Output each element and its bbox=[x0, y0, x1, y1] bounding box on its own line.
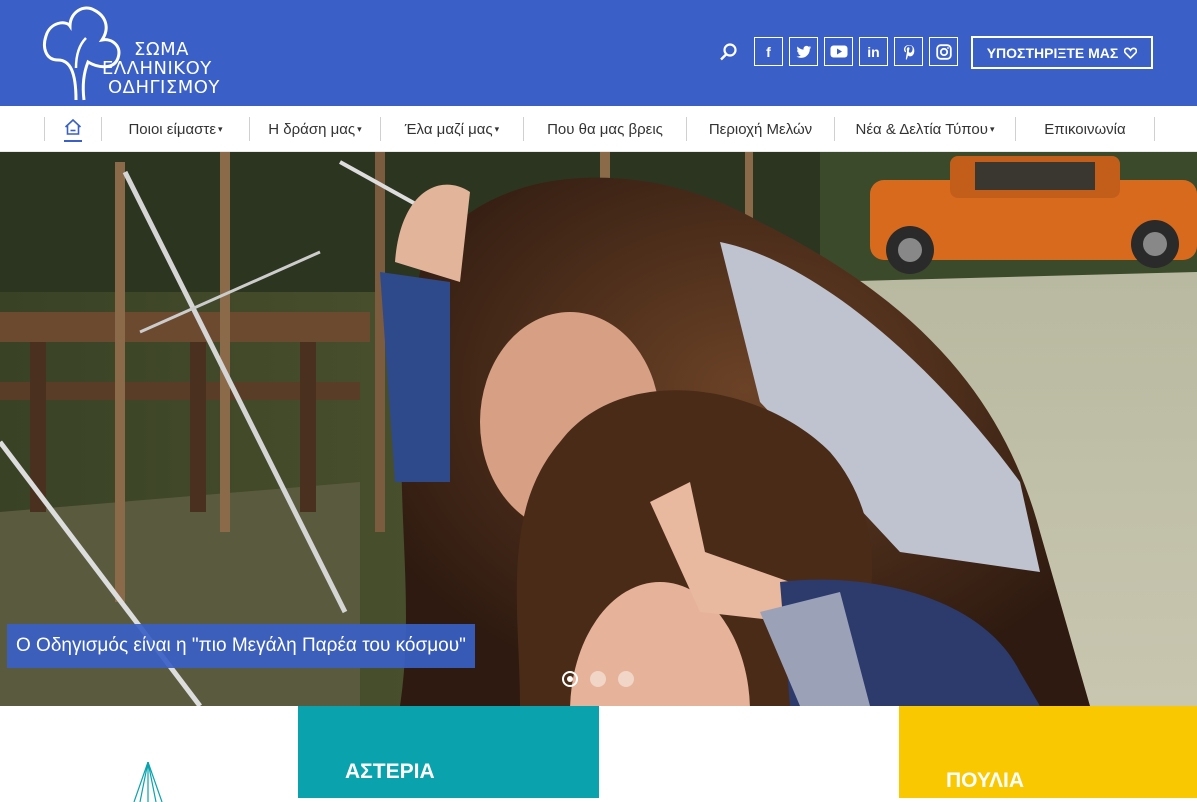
facebook-icon[interactable]: f bbox=[754, 37, 783, 66]
chevron-down-icon: ▾ bbox=[357, 123, 362, 134]
slider-dot-3[interactable] bbox=[618, 671, 634, 687]
tile-asteria[interactable]: ΑΣΤΕΡΙΑ bbox=[298, 706, 599, 798]
nav-news[interactable]: Νέα & Δελτία Τύπου ▾ bbox=[834, 117, 1015, 141]
tent-icon bbox=[133, 762, 163, 802]
youtube-icon[interactable] bbox=[824, 37, 853, 66]
support-us-button[interactable]: ΥΠΟΣΤΗΡΙΞΤΕ ΜΑΣ bbox=[971, 36, 1153, 69]
hero-slider: Ο Οδηγισμός είναι η "πιο Μεγάλη Παρέα το… bbox=[0, 152, 1197, 706]
site-header: ΣΩΜΑ ΕΛΛΗΝΙΚΟΥ ΟΔΗΓΙΣΜΟΥ f in ΥΠΟΣΤΗΡΙΞΤ… bbox=[0, 0, 1197, 106]
hero-caption: Ο Οδηγισμός είναι η "πιο Μεγάλη Παρέα το… bbox=[7, 624, 475, 668]
slider-pagination bbox=[562, 671, 634, 687]
nav-label: Ποιοι είμαστε bbox=[128, 120, 217, 138]
nav-label: Έλα μαζί μας bbox=[404, 120, 493, 138]
chevron-down-icon: ▾ bbox=[218, 123, 223, 134]
tile-1[interactable] bbox=[0, 706, 298, 802]
nav-join-us[interactable]: Έλα μαζί μας ▾ bbox=[380, 117, 523, 141]
slider-dot-1[interactable] bbox=[562, 671, 578, 687]
home-icon bbox=[64, 118, 82, 135]
nav-label: Που θα μας βρεις bbox=[547, 120, 663, 138]
linkedin-icon[interactable]: in bbox=[859, 37, 888, 66]
nav-contact[interactable]: Επικοινωνία bbox=[1015, 117, 1155, 141]
logo-wordmark: ΣΩΜΑ ΕΛΛΗΝΙΚΟΥ ΟΔΗΓΙΣΜΟΥ bbox=[102, 40, 220, 97]
nav-label: Περιοχή Μελών bbox=[708, 120, 813, 138]
twitter-icon[interactable] bbox=[789, 37, 818, 66]
tile-poulia[interactable]: ΠΟΥΛΙΑ bbox=[899, 706, 1197, 798]
instagram-icon[interactable] bbox=[929, 37, 958, 66]
chevron-down-icon: ▾ bbox=[989, 123, 995, 134]
heart-icon bbox=[1124, 47, 1138, 59]
nav-our-action[interactable]: Η δράση μας ▾ bbox=[249, 117, 380, 141]
logo-line-2: ΕΛΛΗΝΙΚΟΥ bbox=[102, 58, 212, 79]
search-icon[interactable] bbox=[716, 40, 740, 64]
nav-label: Επικοινωνία bbox=[1044, 120, 1126, 138]
tile-title: ΠΟΥΛΙΑ bbox=[946, 769, 1025, 792]
logo-line-1: ΣΩΜΑ bbox=[134, 39, 189, 60]
nav-members-area[interactable]: Περιοχή Μελών bbox=[686, 117, 834, 141]
pinterest-icon[interactable] bbox=[894, 37, 923, 66]
support-us-label: ΥΠΟΣΤΗΡΙΞΤΕ ΜΑΣ bbox=[986, 44, 1119, 61]
tile-title: ΑΣΤΕΡΙΑ bbox=[345, 760, 435, 783]
nav-label: Νέα & Δελτία Τύπου bbox=[855, 120, 988, 138]
nav-label: Η δράση μας bbox=[268, 120, 356, 138]
main-nav: Ποιοι είμαστε ▾ Η δράση μας ▾ Έλα μαζί μας… bbox=[0, 106, 1197, 152]
nav-who-we-are[interactable]: Ποιοι είμαστε ▾ bbox=[101, 117, 249, 141]
nav-home[interactable] bbox=[44, 117, 101, 142]
social-links: f in bbox=[754, 37, 958, 66]
chevron-down-icon: ▾ bbox=[494, 123, 500, 134]
logo-line-3: ΟΔΗΓΙΣΜΟΥ bbox=[108, 77, 220, 98]
hero-photo bbox=[0, 152, 1197, 706]
nav-find-us[interactable]: Που θα μας βρεις bbox=[523, 117, 686, 141]
site-logo[interactable]: ΣΩΜΑ ΕΛΛΗΝΙΚΟΥ ΟΔΗΓΙΣΜΟΥ bbox=[40, 2, 240, 104]
slider-dot-2[interactable] bbox=[590, 671, 606, 687]
tile-3[interactable] bbox=[599, 706, 899, 798]
